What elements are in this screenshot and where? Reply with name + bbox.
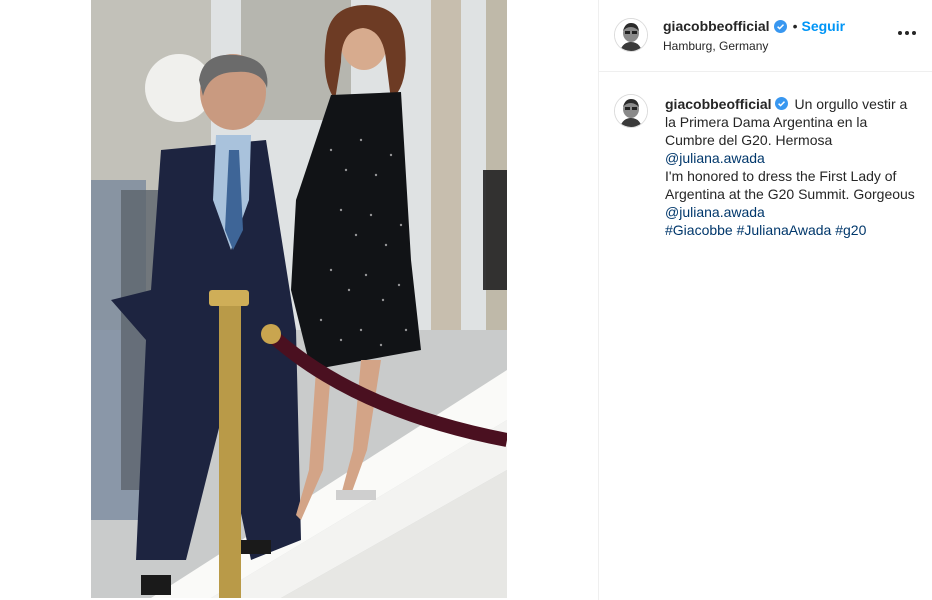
post-photo[interactable] [91, 0, 507, 598]
avatar-image [615, 19, 647, 51]
verified-badge-icon [774, 96, 788, 110]
more-dot [898, 31, 902, 35]
avatar[interactable] [614, 18, 648, 52]
more-dot [905, 31, 909, 35]
follow-button[interactable]: Seguir [801, 18, 845, 34]
post-header: giacobbeofficial • Seguir Hamburg, Germa… [599, 0, 932, 72]
username-row: giacobbeofficial • Seguir [663, 17, 893, 35]
post-location[interactable]: Hamburg, Germany [663, 39, 893, 53]
hashtag-link[interactable]: #JulianaAwada [737, 222, 832, 238]
post-caption: giacobbeofficial Un orgullo vestir a la … [665, 95, 915, 239]
more-dot [912, 31, 916, 35]
caption-username[interactable]: giacobbeofficial [665, 96, 772, 112]
photo-illustration [91, 0, 507, 598]
hashtag-link[interactable]: #g20 [835, 222, 866, 238]
caption-english-text: I'm honored to dress the First Lady of A… [665, 168, 915, 202]
post-side-panel: giacobbeofficial • Seguir Hamburg, Germa… [599, 0, 932, 600]
hashtag-row: #Giacobbe #JulianaAwada #g20 [665, 221, 915, 239]
caption-avatar[interactable] [614, 94, 648, 128]
mention-link[interactable]: @juliana.awada [665, 149, 915, 167]
mention-link[interactable]: @juliana.awada [665, 204, 765, 220]
instagram-post: giacobbeofficial • Seguir Hamburg, Germa… [0, 0, 932, 600]
more-options-icon[interactable] [898, 24, 916, 42]
separator-dot: • [792, 18, 798, 34]
header-text: giacobbeofficial • Seguir Hamburg, Germa… [663, 17, 893, 53]
header-username[interactable]: giacobbeofficial [663, 18, 770, 34]
photo-column [0, 0, 598, 600]
hashtag-link[interactable]: #Giacobbe [665, 222, 733, 238]
verified-badge-icon [773, 19, 787, 33]
avatar-image [615, 95, 647, 127]
